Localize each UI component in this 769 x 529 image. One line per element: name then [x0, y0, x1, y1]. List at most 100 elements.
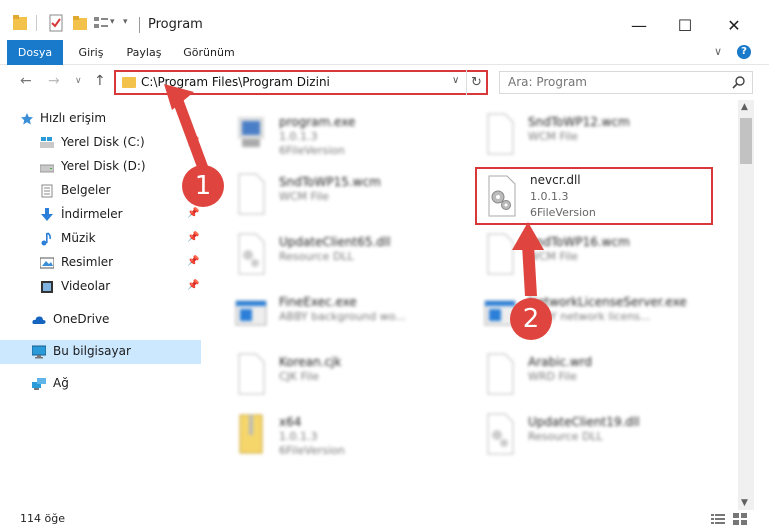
tab-file[interactable]: Dosya: [7, 40, 63, 65]
address-row: ← → ∨ ↑ C:\Program Files\Program Dizini …: [0, 65, 769, 99]
customize-quick-access-chevron-icon[interactable]: ▾: [110, 17, 115, 27]
file-item-nevcr-dll[interactable]: nevcr.dll 1.0.1.3 6FileVersion: [475, 167, 713, 225]
file-name: Arabic.wrd: [528, 355, 593, 369]
search-icon[interactable]: [732, 75, 746, 89]
tab-view[interactable]: Görünüm: [178, 40, 240, 65]
recent-locations-icon[interactable]: ∨: [75, 76, 82, 86]
item-count: 114 öğe: [20, 512, 65, 525]
file-name: x64: [279, 415, 302, 429]
pin-icon[interactable]: 📌: [187, 136, 199, 147]
minimize-icon: —: [631, 15, 647, 35]
windows-drive-icon: [40, 137, 54, 148]
onedrive-icon: [32, 316, 46, 324]
dll-file-icon: [488, 175, 516, 217]
file-type: ABBY background wo...: [279, 310, 406, 323]
vertical-scrollbar[interactable]: ▲ ▼: [738, 100, 754, 510]
window-title: Program: [148, 17, 203, 32]
sidebar-item-downloads[interactable]: İndirmeler 📌: [0, 203, 201, 227]
computer-icon: [32, 345, 46, 359]
tab-home[interactable]: Giriş: [70, 40, 112, 65]
file-type: CJK File: [279, 370, 320, 383]
file-type: Resource DLL: [528, 430, 603, 443]
up-icon[interactable]: ↑: [94, 73, 106, 89]
sidebar-item-label: İndirmeler: [61, 207, 123, 221]
sidebar-item-documents[interactable]: Belgeler: [0, 179, 201, 203]
scroll-thumb[interactable]: [740, 118, 752, 164]
forward-icon[interactable]: →: [48, 73, 60, 89]
file-name: SndToWP15.wcm: [279, 175, 381, 189]
pin-icon[interactable]: 📌: [187, 256, 199, 267]
file-name: UpdateClient65.dll: [279, 235, 391, 249]
file-type: WCM File: [528, 130, 578, 143]
file-item-program-exe[interactable]: program.exe 1.0.1.3 6FileVersion: [212, 105, 452, 165]
folder-icon: [13, 15, 27, 30]
file-name: SndToWP16.wcm: [528, 235, 630, 249]
pin-icon[interactable]: 📌: [187, 280, 199, 291]
navigation-pane: Hızlı erişim Yerel Disk (C:) 📌 Yerel Dis…: [0, 100, 208, 510]
dll-file-icon: [487, 413, 514, 455]
close-button[interactable]: ✕: [712, 10, 756, 40]
sidebar-item-this-pc[interactable]: Bu bilgisayar: [0, 340, 201, 364]
sidebar-item-pictures[interactable]: Resimler 📌: [0, 251, 201, 275]
sidebar-item-quick-access[interactable]: Hızlı erişim: [0, 107, 201, 131]
address-bar[interactable]: C:\Program Files\Program Dizini ∨ ↻: [114, 70, 488, 95]
details-view-icon[interactable]: [711, 513, 725, 525]
search-box[interactable]: [499, 71, 753, 94]
file-item-sndtowp16[interactable]: SndToWP16.wcm WCM File: [461, 225, 701, 285]
file-item-korean-cjk[interactable]: Korean.cjk CJK File: [212, 345, 452, 405]
file-item-sndtowp15[interactable]: SndToWP15.wcm WCM File: [212, 165, 452, 225]
file-item-x64[interactable]: x64 1.0.1.3 6FileVersion: [212, 405, 452, 465]
file-version: 1.0.1.3: [279, 130, 318, 143]
exe-file-icon: [238, 117, 264, 147]
status-bar: 114 öğe: [0, 510, 769, 529]
pin-icon[interactable]: 📌: [187, 208, 199, 219]
help-icon[interactable]: ?: [737, 45, 751, 59]
maximize-button[interactable]: ☐: [663, 10, 707, 40]
properties-icon[interactable]: [48, 14, 64, 32]
address-dropdown-icon[interactable]: ∨: [452, 75, 459, 86]
file-name: nevcr.dll: [530, 173, 581, 187]
file-item-fineexec[interactable]: FineExec.exe ABBY background wo...: [212, 285, 452, 345]
large-icons-view-icon[interactable]: [733, 513, 747, 525]
pin-icon[interactable]: 📌: [187, 232, 199, 243]
blank-file-icon: [487, 353, 514, 395]
view-options-icon[interactable]: [93, 14, 109, 32]
tab-share[interactable]: Paylaş: [120, 40, 168, 65]
expand-ribbon-chevron-icon[interactable]: ∨: [714, 45, 722, 58]
archive-file-icon: [239, 414, 263, 454]
ribbon-tabs: Dosya Giriş Paylaş Görünüm ∨ ?: [0, 40, 769, 65]
address-path[interactable]: C:\Program Files\Program Dizini: [141, 75, 330, 89]
file-name: SndToWP12.wcm: [528, 115, 630, 129]
file-item-networklicenseserver[interactable]: NetworkLicenseServer.exe ABBY network li…: [461, 285, 701, 345]
sidebar-item-local-disk-c[interactable]: Yerel Disk (C:) 📌: [0, 131, 201, 155]
sidebar-item-onedrive[interactable]: OneDrive: [0, 308, 201, 332]
minimize-button[interactable]: —: [617, 10, 661, 40]
file-item-arabic-wrd[interactable]: Arabic.wrd WRD File: [461, 345, 701, 405]
step-1-badge: 1: [182, 165, 224, 207]
sidebar-item-music[interactable]: Müzik 📌: [0, 227, 201, 251]
search-input[interactable]: [508, 75, 718, 89]
sidebar-item-label: Resimler: [61, 255, 114, 269]
refresh-icon[interactable]: ↻: [466, 70, 486, 95]
sidebar-item-label: Videolar: [61, 279, 111, 293]
file-type: Resource DLL: [279, 250, 354, 263]
file-version: 1.0.1.3: [530, 190, 569, 203]
videos-icon: [41, 281, 53, 293]
sidebar-item-local-disk-d[interactable]: Yerel Disk (D:): [0, 155, 201, 179]
sidebar-item-label: Yerel Disk (C:): [61, 135, 145, 149]
file-type: WRD File: [528, 370, 577, 383]
scroll-down-icon[interactable]: ▼: [741, 498, 748, 508]
scroll-up-icon[interactable]: ▲: [741, 102, 748, 112]
new-folder-icon[interactable]: [72, 14, 88, 32]
back-icon[interactable]: ←: [20, 73, 32, 89]
file-item-sndtowp12[interactable]: SndToWP12.wcm WCM File: [461, 105, 701, 165]
quick-access-dropdown-icon[interactable]: ▾: [123, 17, 128, 27]
file-item-updateclient19[interactable]: UpdateClient19.dll Resource DLL: [461, 405, 701, 465]
close-icon: ✕: [727, 15, 741, 35]
sidebar-item-videos[interactable]: Videolar 📌: [0, 275, 201, 299]
sidebar-item-network[interactable]: Ağ: [0, 372, 201, 396]
blank-file-icon: [238, 353, 265, 395]
sidebar-item-label: OneDrive: [53, 312, 110, 326]
sidebar-item-label: Ağ: [53, 376, 69, 390]
file-item-updateclient65[interactable]: UpdateClient65.dll Resource DLL: [212, 225, 452, 285]
